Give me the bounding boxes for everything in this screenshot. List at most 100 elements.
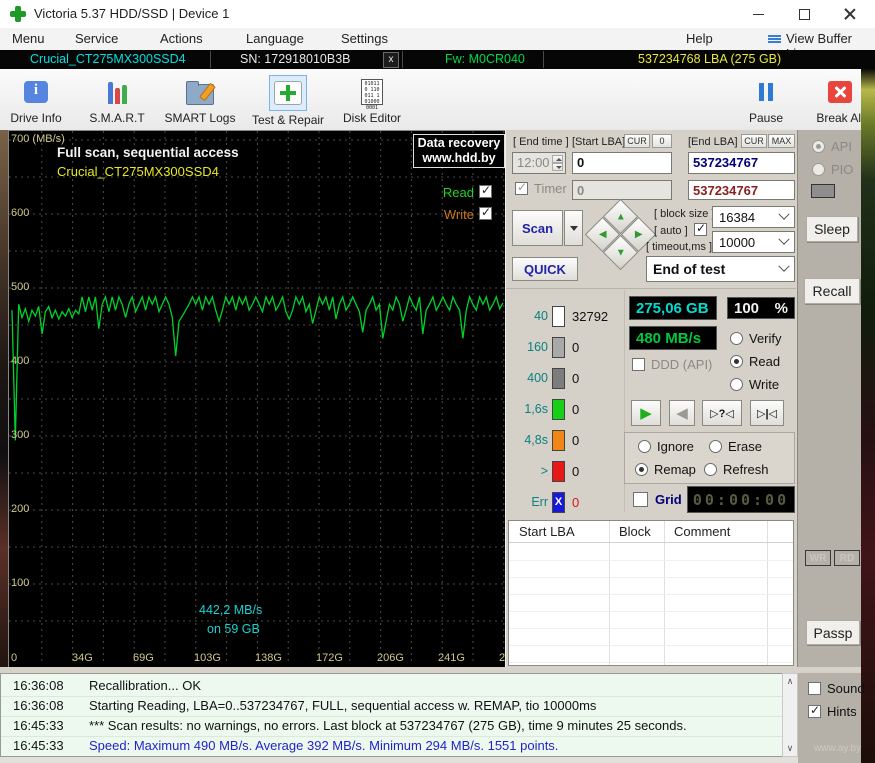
table-row[interactable] xyxy=(509,577,793,595)
maximize-button[interactable] xyxy=(781,0,827,28)
refresh-radio[interactable] xyxy=(704,463,717,476)
chevron-down-icon xyxy=(778,260,790,272)
defect-action-group xyxy=(624,432,795,484)
log-row[interactable]: 16:45:33 Speed: Maximum 490 MB/s. Average… xyxy=(1,736,782,756)
start-lba-cur-button[interactable]: CUR xyxy=(624,134,650,148)
grid-checkbox[interactable] xyxy=(633,492,648,507)
smart-logs-icon xyxy=(186,80,214,105)
write-radio[interactable] xyxy=(730,378,743,391)
menu-item-language[interactable]: Language xyxy=(246,31,304,46)
menu-item-menu[interactable]: Menu xyxy=(12,31,45,46)
end-time-spinner[interactable] xyxy=(552,155,563,171)
ignore-radio[interactable] xyxy=(638,440,651,453)
x-axis-tick: 103G xyxy=(194,652,221,664)
scan-button[interactable]: Scan xyxy=(512,210,563,246)
disk-editor-button[interactable]: Disk Editor xyxy=(336,75,408,127)
quick-button[interactable]: QUICK xyxy=(512,257,578,281)
table-header-block: Block xyxy=(619,524,651,539)
scan-dropdown-button[interactable] xyxy=(564,210,583,246)
pause-button[interactable]: Pause xyxy=(730,75,802,127)
end-of-test-select[interactable]: End of test xyxy=(646,256,795,282)
close-icon xyxy=(844,8,856,20)
log-message: Speed: Maximum 490 MB/s. Average 392 MB/… xyxy=(89,738,559,753)
x-axis-tick: 34G xyxy=(72,652,93,664)
table-row[interactable] xyxy=(509,611,793,629)
menu-item-settings[interactable]: Settings xyxy=(341,31,388,46)
start-lba-input[interactable]: 0 xyxy=(572,152,672,174)
app-icon xyxy=(10,6,26,22)
graph-annotation-position: on 59 GB xyxy=(207,622,260,636)
y-axis-tick: 100 xyxy=(11,577,30,589)
down-arrow-icon: ▼ xyxy=(615,247,626,258)
remap-radio[interactable] xyxy=(635,463,648,476)
end-lba-cur-button[interactable]: CUR xyxy=(741,134,767,148)
wr-button[interactable]: WR xyxy=(805,550,831,566)
timeout-select[interactable]: 10000 xyxy=(712,231,795,253)
x-axis-tick: 172G xyxy=(316,652,343,664)
start-lba-zero-button[interactable]: 0 xyxy=(652,134,672,148)
passp-button[interactable]: Passp xyxy=(806,620,860,645)
table-row[interactable] xyxy=(509,628,793,646)
recall-button[interactable]: Recall xyxy=(804,278,860,304)
start-button[interactable]: ▶ xyxy=(631,400,661,426)
log-scrollbar[interactable]: ∧ ∨ xyxy=(782,673,798,757)
read-checkbox[interactable] xyxy=(479,183,492,198)
menu-item-actions[interactable]: Actions xyxy=(160,31,203,46)
menu-item-help[interactable]: Help xyxy=(686,31,713,46)
end-lba-max-button[interactable]: MAX xyxy=(768,134,795,148)
scroll-down-icon[interactable]: ∨ xyxy=(783,741,797,756)
smart-logs-button[interactable]: SMART Logs xyxy=(164,75,236,127)
smart-button[interactable]: S.M.A.R.T xyxy=(81,75,153,127)
timer-checkbox[interactable] xyxy=(515,180,528,195)
table-row[interactable] xyxy=(509,594,793,612)
data-recovery-box: Data recovery www.hdd.by xyxy=(413,134,505,168)
step-button[interactable]: ▷|◁ xyxy=(750,400,784,426)
direction-pad: ▲ ◀ ▶ ▼ xyxy=(584,198,657,271)
block-size-select[interactable]: 16384 xyxy=(712,206,795,228)
speed-display: 480 MB/s xyxy=(629,326,717,350)
end-lba-input[interactable]: 537234767 xyxy=(688,152,795,174)
sleep-button[interactable]: Sleep xyxy=(806,216,858,242)
device-close-button[interactable]: x xyxy=(383,52,399,68)
log-panel[interactable]: 16:36:08 Recallibration... OK 16:36:08 Star… xyxy=(0,673,782,757)
remap-label: Remap xyxy=(654,462,696,477)
drive-info-button[interactable]: Drive Info xyxy=(0,75,72,127)
seek-error-button[interactable]: ▷?◁ xyxy=(702,400,742,426)
chevron-down-icon xyxy=(778,233,790,245)
auto-checkbox[interactable] xyxy=(694,221,707,236)
test-repair-button[interactable]: Test & Repair xyxy=(252,75,324,127)
graph-annotation-speed: 442,2 MB/s xyxy=(199,603,263,617)
table-row[interactable] xyxy=(509,645,793,663)
ddd-api-checkbox[interactable] xyxy=(632,358,645,371)
sound-checkbox[interactable] xyxy=(808,682,821,695)
defects-table[interactable]: Start LBA Block Comment xyxy=(508,520,794,666)
table-row[interactable] xyxy=(509,543,793,561)
close-button[interactable] xyxy=(827,0,873,28)
graph-subtitle: Crucial_CT275MX300SSD4 xyxy=(57,164,219,179)
read-radio[interactable] xyxy=(730,355,743,368)
log-row[interactable]: 16:36:08 Starting Reading, LBA=0..5372347… xyxy=(1,696,782,717)
menu-item-service[interactable]: Service xyxy=(75,31,118,46)
erase-radio[interactable] xyxy=(709,440,722,453)
log-row[interactable]: 16:45:33 *** Scan results: no warnings, n… xyxy=(1,716,782,737)
scroll-up-icon[interactable]: ∧ xyxy=(783,674,797,689)
log-row[interactable]: 16:36:08 Recallibration... OK xyxy=(1,676,782,697)
device-model[interactable]: Crucial_CT275MX300SSD4 xyxy=(30,52,186,66)
y-axis-tick: 600 xyxy=(11,207,30,219)
minimize-button[interactable] xyxy=(735,0,781,28)
minimize-icon xyxy=(752,13,764,15)
ddd-api-label: DDD (API) xyxy=(651,357,713,372)
rd-button[interactable]: RD xyxy=(834,550,860,566)
graph-title: Full scan, sequential access xyxy=(57,145,239,160)
end-time-input[interactable]: 12:00 xyxy=(512,152,566,174)
table-row[interactable] xyxy=(509,560,793,578)
pio-radio[interactable] xyxy=(812,163,825,176)
back-button[interactable]: ◀ xyxy=(669,400,695,426)
api-radio[interactable] xyxy=(812,140,825,153)
verify-radio[interactable] xyxy=(730,332,743,345)
end-lba-label: [End LBA] xyxy=(688,136,738,148)
hints-checkbox[interactable] xyxy=(808,703,821,718)
x-axis-tick: 206G xyxy=(377,652,404,664)
write-checkbox[interactable] xyxy=(479,205,492,220)
disk-editor-label: Disk Editor xyxy=(342,111,401,125)
